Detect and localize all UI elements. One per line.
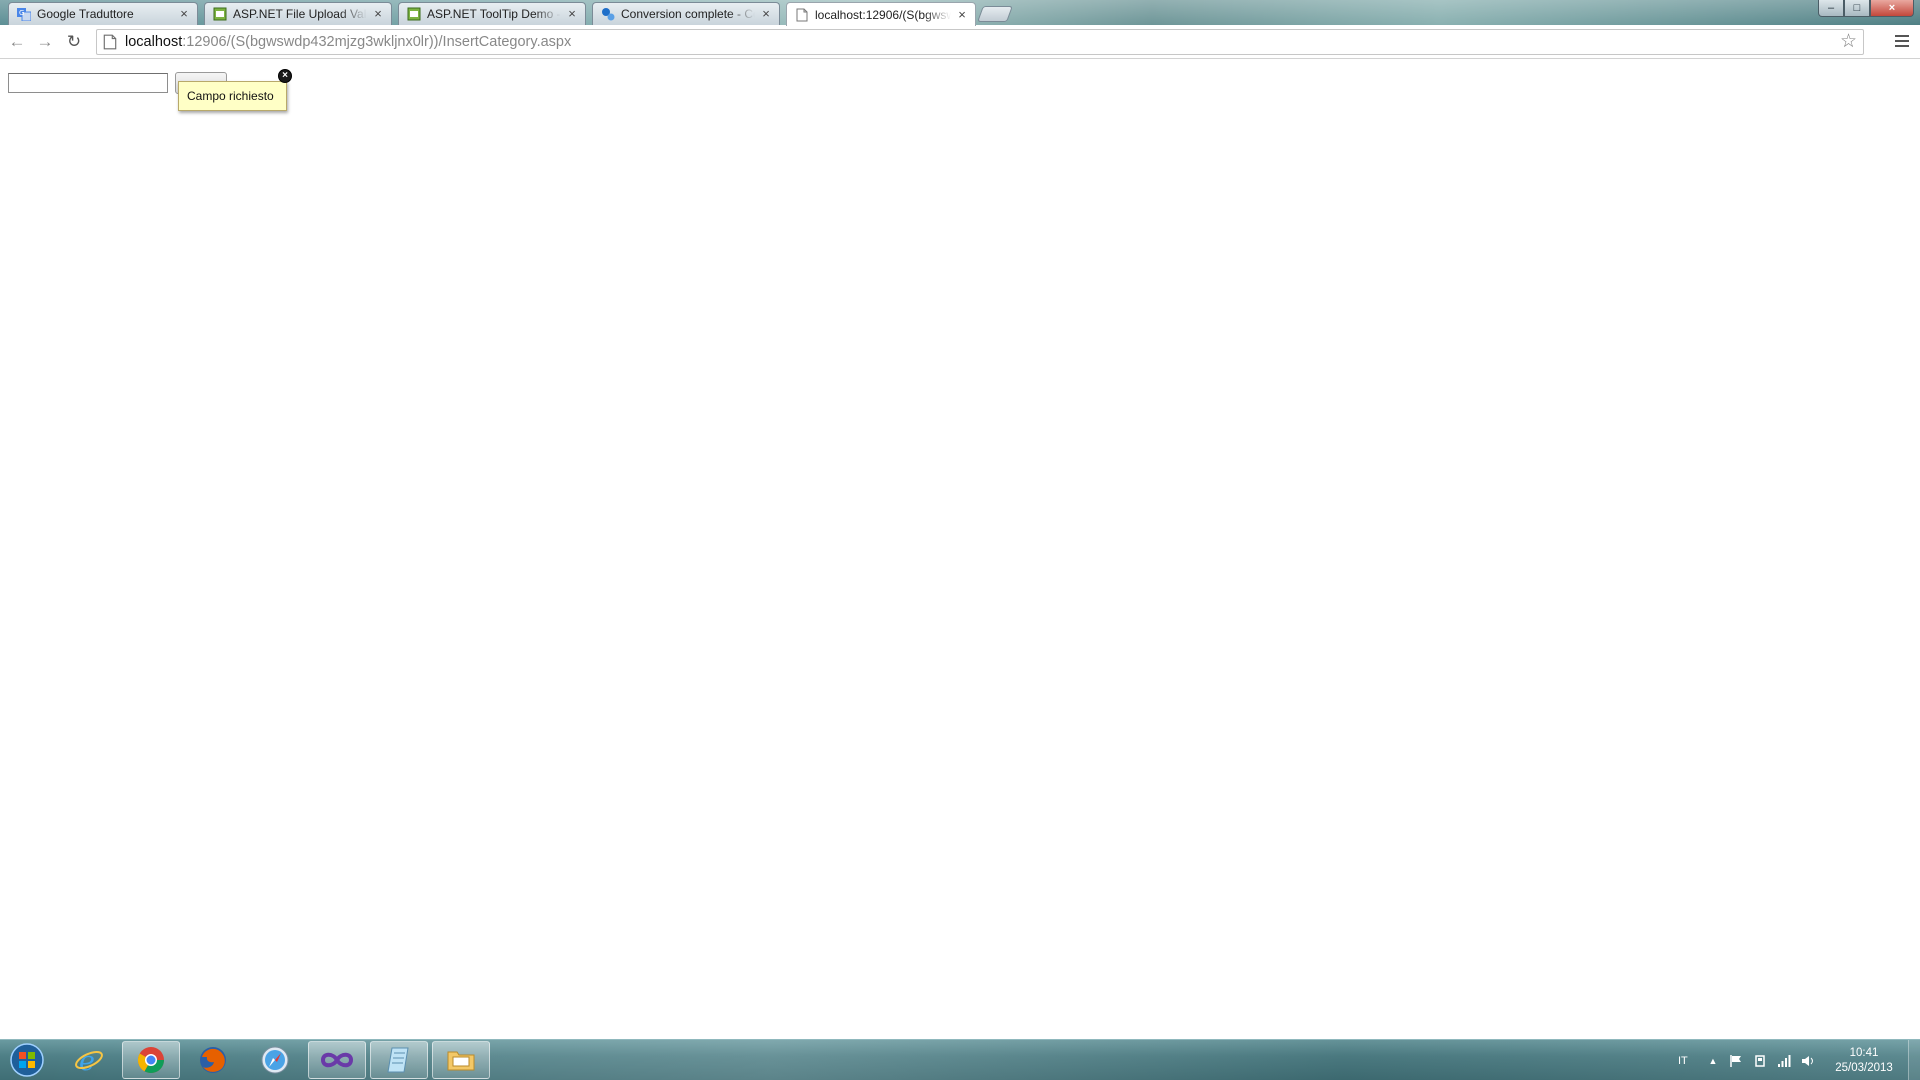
tab-title: localhost:12906/(S(bgwsw bbox=[815, 7, 951, 22]
notepad-icon bbox=[387, 1047, 409, 1073]
url-path: :12906/(S(bgwswdp432mjzg3wkljnx0lr))/Ins… bbox=[182, 34, 572, 50]
arrow-right-icon: → bbox=[36, 32, 54, 51]
taskbar-windows-explorer[interactable] bbox=[432, 1041, 490, 1079]
aspnet-page-icon bbox=[407, 7, 421, 21]
tab-localhost-insert-category[interactable]: localhost:12906/(S(bgwsw × bbox=[786, 2, 976, 26]
browser-toolbar: ← → ↻ localhost:12906/(S(bgwswdp432mjzg3… bbox=[0, 25, 1920, 59]
close-tab-icon[interactable]: × bbox=[177, 7, 191, 21]
back-button[interactable]: ← bbox=[6, 32, 28, 52]
url-host: localhost bbox=[125, 34, 183, 50]
taskbar-firefox[interactable] bbox=[184, 1041, 242, 1079]
reload-button[interactable]: ↻ bbox=[63, 32, 85, 52]
windows-taskbar: e IT ▲ 10:41 25/03/2013 bbox=[0, 1039, 1920, 1080]
volume-speaker-icon[interactable] bbox=[1800, 1053, 1816, 1069]
validation-tooltip: Campo richiesto bbox=[178, 81, 287, 111]
page-icon bbox=[795, 8, 809, 22]
svg-text:e: e bbox=[79, 1046, 95, 1075]
taskbar-notepad[interactable] bbox=[370, 1041, 428, 1079]
taskbar-visual-studio[interactable] bbox=[308, 1041, 366, 1079]
show-hidden-icons-icon[interactable]: ▲ bbox=[1705, 1053, 1721, 1069]
category-input[interactable] bbox=[8, 73, 168, 93]
close-window-button[interactable]: × bbox=[1870, 0, 1914, 17]
address-bar[interactable]: localhost:12906/(S(bgwswdp432mjzg3wkljnx… bbox=[96, 29, 1864, 55]
maximize-button[interactable]: □ bbox=[1844, 0, 1870, 17]
arrow-left-icon: ← bbox=[8, 32, 26, 51]
system-clock[interactable]: 10:41 25/03/2013 bbox=[1822, 1046, 1906, 1076]
tab-title: ASP.NET File Upload Valid bbox=[233, 7, 367, 21]
close-tab-icon[interactable]: × bbox=[371, 7, 385, 21]
network-signal-icon[interactable] bbox=[1776, 1053, 1792, 1069]
page-content: Campo richiesto × bbox=[0, 60, 1920, 1039]
aspnet-page-icon bbox=[213, 7, 227, 21]
bookmark-star-icon[interactable]: ☆ bbox=[1840, 32, 1857, 52]
firefox-icon bbox=[200, 1047, 226, 1073]
svg-text:G: G bbox=[19, 9, 24, 17]
taskbar-internet-explorer[interactable]: e bbox=[60, 1041, 118, 1079]
taskbar-safari[interactable] bbox=[246, 1041, 304, 1079]
converter-icon bbox=[601, 7, 615, 21]
show-desktop-button[interactable] bbox=[1908, 1040, 1920, 1080]
taskbar-chrome[interactable] bbox=[122, 1041, 180, 1079]
close-tab-icon[interactable]: × bbox=[955, 7, 969, 22]
tooltip-close-icon[interactable]: × bbox=[278, 69, 292, 83]
page-icon bbox=[103, 34, 117, 50]
chrome-icon bbox=[137, 1047, 165, 1074]
tab-google-translate[interactable]: G Google Traduttore × bbox=[8, 2, 198, 25]
close-tab-icon[interactable]: × bbox=[759, 7, 773, 21]
tooltip-text: Campo richiesto bbox=[187, 89, 274, 103]
visual-studio-icon bbox=[320, 1052, 354, 1068]
internet-explorer-icon: e bbox=[75, 1046, 103, 1075]
tab-aspnet-tooltip-demo[interactable]: ASP.NET ToolTip Demo - × bbox=[398, 2, 586, 25]
tab-conversion-complete[interactable]: Conversion complete - Co × bbox=[592, 2, 780, 25]
clock-date: 25/03/2013 bbox=[1835, 1062, 1893, 1074]
minimize-button[interactable]: – bbox=[1818, 0, 1844, 17]
start-button[interactable] bbox=[4, 1041, 50, 1079]
forward-button[interactable]: → bbox=[34, 32, 56, 52]
windows-logo-icon bbox=[10, 1043, 44, 1077]
new-tab-button[interactable] bbox=[977, 6, 1013, 22]
tab-title: Conversion complete - Co bbox=[621, 7, 755, 21]
safari-compass-icon bbox=[261, 1046, 289, 1074]
reload-icon: ↻ bbox=[66, 32, 82, 51]
chrome-menu-icon[interactable] bbox=[1893, 33, 1911, 49]
tab-title: ASP.NET ToolTip Demo - bbox=[427, 7, 561, 21]
url-text: localhost:12906/(S(bgwswdp432mjzg3wkljnx… bbox=[125, 34, 571, 50]
window-controls: – □ × bbox=[1818, 0, 1914, 17]
translate-icon: G bbox=[17, 7, 31, 21]
clock-time: 10:41 bbox=[1849, 1047, 1879, 1059]
folder-icon bbox=[447, 1051, 475, 1071]
action-center-flag-icon[interactable] bbox=[1728, 1053, 1744, 1069]
close-tab-icon[interactable]: × bbox=[565, 7, 579, 21]
tab-title: Google Traduttore bbox=[37, 7, 134, 21]
safely-remove-hardware-icon[interactable] bbox=[1752, 1053, 1768, 1069]
tab-aspnet-file-upload[interactable]: ASP.NET File Upload Valid × bbox=[204, 2, 392, 25]
language-indicator[interactable]: IT bbox=[1678, 1040, 1688, 1080]
